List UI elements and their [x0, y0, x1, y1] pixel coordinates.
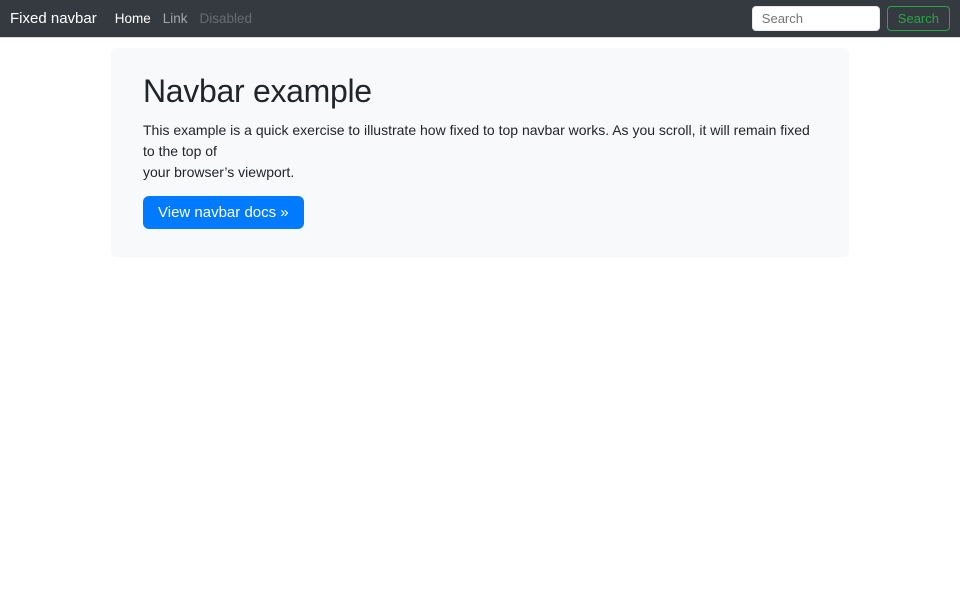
top-navbar: Fixed navbar Home Link Disabled Search [0, 0, 960, 37]
hero-description-line1: This example is a quick exercise to illu… [143, 120, 817, 162]
page-title: Navbar example [143, 73, 817, 110]
nav-item-disabled: Disabled [194, 11, 259, 26]
nav-item-link[interactable]: Link [157, 11, 194, 26]
search-input[interactable] [752, 6, 880, 31]
main-container: Navbar example This example is a quick e… [111, 0, 849, 257]
navbar-nav: Home Link Disabled [109, 11, 258, 26]
view-navbar-docs-button[interactable]: View navbar docs » [143, 196, 304, 229]
hero-panel: Navbar example This example is a quick e… [111, 48, 849, 257]
navbar-brand[interactable]: Fixed navbar [10, 10, 97, 27]
nav-item-home[interactable]: Home [109, 11, 157, 26]
search-button[interactable]: Search [887, 6, 950, 31]
hero-description-line2: your browser’s viewport. [143, 162, 817, 183]
search-form: Search [752, 6, 950, 31]
hero-description: This example is a quick exercise to illu… [143, 120, 817, 183]
